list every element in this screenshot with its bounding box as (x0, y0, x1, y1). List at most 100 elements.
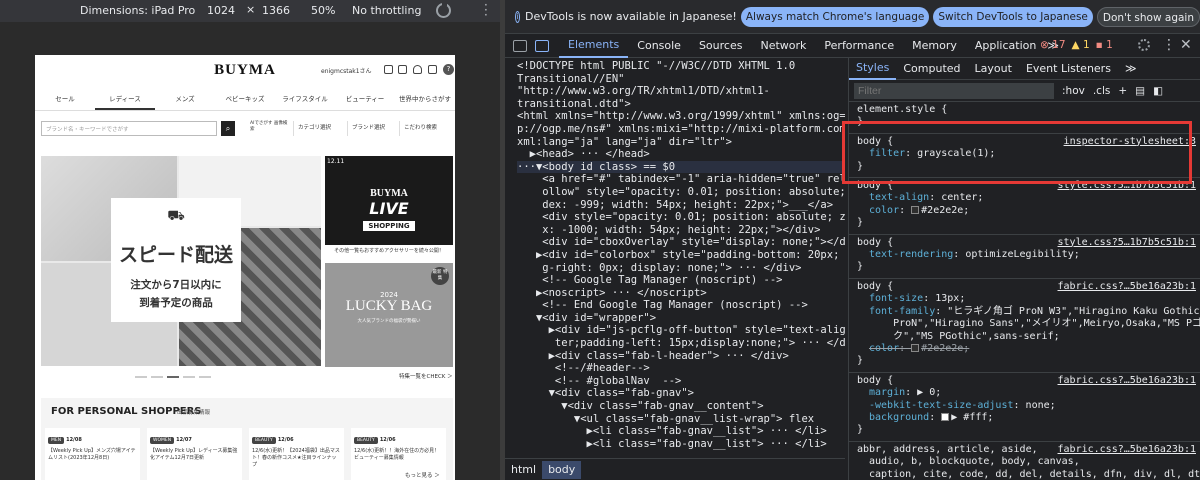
color-swatch[interactable] (911, 343, 920, 352)
nav-ladies[interactable]: レディース (95, 91, 155, 110)
dom-node-line[interactable]: ▶<head> ··· </head> (517, 148, 845, 161)
style-rule[interactable]: body {style.css?5…1b7b5c51b:1 text-align:… (849, 178, 1200, 235)
mail-icon[interactable] (398, 65, 407, 74)
dom-node-line[interactable]: ▶<li class="fab-gnav__list"> ··· </li> (517, 425, 845, 438)
color-swatch[interactable] (941, 412, 950, 421)
tab-console[interactable]: Console (628, 34, 690, 57)
rule-source-link[interactable]: style.css?5…1b7b5c51b:1 (1058, 180, 1196, 192)
tab-application[interactable]: Application (966, 34, 1045, 57)
css-property[interactable]: font-family (869, 306, 935, 317)
css-property[interactable]: margin (869, 387, 905, 398)
style-rule[interactable]: element.style {} (849, 102, 1200, 134)
css-property[interactable]: -webkit-text-size-adjust (869, 400, 1014, 411)
help-icon[interactable]: ? (443, 64, 454, 75)
style-rule[interactable]: abbr, address, article, aside, fabric.css… (849, 442, 1200, 480)
tab-layout[interactable]: Layout (968, 58, 1019, 79)
css-value[interactable]: "ヒラギノ角ゴ ProN W3","Hiragino Kaku Gothic (947, 306, 1199, 317)
css-declaration[interactable]: margin: ▶ 0; (857, 387, 1194, 399)
nav-worldwide[interactable]: 世界中からさがす (395, 91, 455, 110)
settings-gear-icon[interactable] (1138, 39, 1150, 51)
css-declaration[interactable]: ProN","Hiragino Sans","メイリオ",Meiryo,Osak… (857, 318, 1200, 330)
dom-node-line[interactable]: ▶<noscript> ··· </noscript> (517, 287, 845, 300)
switch-japanese-button[interactable]: Switch DevTools to Japanese (933, 6, 1093, 27)
tab-styles[interactable]: Styles (849, 58, 897, 80)
more-vert-icon[interactable]: · · · (484, 0, 488, 21)
css-value[interactable]: grayscale(1); (917, 148, 995, 159)
css-value[interactable]: caption, cite, code, dd, del, details, d… (869, 469, 1200, 480)
zoom-select[interactable]: 50% (311, 4, 335, 17)
css-declaration[interactable]: caption, cite, code, dd, del, details, d… (857, 469, 1200, 480)
css-value[interactable]: none; (1026, 400, 1056, 411)
dom-node-line[interactable]: dex: -999; width: 54px; height: 22px;">_… (517, 199, 845, 212)
dom-node-line[interactable]: <div id="cboxOverlay" style="display: no… (517, 236, 845, 249)
dom-node-line[interactable]: <!-- Google Tag Manager (noscript) --> (517, 274, 845, 287)
feature-more-link[interactable]: 特集一覧をCHECK ＞ (399, 372, 453, 380)
dom-node-line[interactable]: p://ogp.me/ns#" xmlns:mixi="http://mixi-… (517, 123, 845, 136)
dom-node-line[interactable]: "http://www.w3.org/TR/xhtml1/DTD/xhtml1- (517, 85, 845, 98)
css-value[interactable]: center; (941, 192, 983, 203)
dom-node-line[interactable]: ▶<div id="js-pcflg-off-button" style="te… (517, 324, 845, 337)
site-search-input[interactable]: ブランド名・キーワードでさがす (41, 121, 217, 136)
tab-computed[interactable]: Computed (896, 58, 967, 79)
dom-node-line[interactable]: xml:lang="ja" lang="ja" dir="ltr"> (517, 136, 845, 149)
dom-node-line[interactable]: ▶<div id="colorbox" style="padding-botto… (517, 249, 845, 262)
news-card[interactable]: BEAUTY 12/06 12/6(水)更新！【2024福袋】出品マスト！春の新作… (249, 428, 344, 480)
style-rule[interactable]: body {fabric.css?…5be16a23b:1 font-size: … (849, 279, 1200, 373)
issue-counters[interactable]: ⊗ 17 ▲ 1 ▪ 1 (1040, 39, 1113, 51)
inspect-element-icon[interactable] (513, 39, 527, 52)
speed-delivery-banner[interactable]: ⛟ スピード配送 注文から7日以内に 到着予定の商品 (41, 156, 321, 366)
rule-source-link[interactable]: fabric.css?…5be16a23b:1 (1058, 444, 1196, 456)
heart-icon[interactable] (413, 65, 422, 74)
tab-performance[interactable]: Performance (815, 34, 903, 57)
dom-node-line[interactable]: <!DOCTYPE html PUBLIC "-//W3C//DTD XHTML… (517, 60, 845, 73)
dom-node-line[interactable]: ▼<ul class="fab-gnav__list-wrap"> flex (517, 413, 845, 426)
kodawari-search[interactable]: こだわり検索 (399, 121, 451, 136)
css-property[interactable]: filter (869, 148, 905, 159)
rule-selector[interactable]: element.style { (857, 104, 1194, 116)
nav-sale[interactable]: セール (35, 91, 95, 110)
css-declaration[interactable]: -webkit-text-size-adjust: none; (857, 400, 1194, 412)
rule-source-link[interactable]: fabric.css?…5be16a23b:1 (1058, 375, 1196, 387)
css-value[interactable]: ク","MS PGothic",sans-serif; (869, 331, 1060, 342)
css-value[interactable]: audio, b, blockquote, body, canvas, (869, 456, 1080, 467)
css-declaration[interactable]: font-size: 13px; (857, 293, 1194, 305)
user-name[interactable]: enigmcstak1さん (321, 66, 372, 75)
device-select[interactable]: Dimensions: iPad Pro (80, 4, 195, 17)
dont-show-again-button[interactable]: Don't show again (1096, 6, 1200, 27)
dom-node-line[interactable]: ollow" style="opacity: 0.01; position: a… (517, 186, 845, 199)
dom-node-line[interactable]: <a href="#" tabindex="-1" aria-hidden="t… (517, 173, 845, 186)
more-styles-tabs-icon[interactable]: ≫ (1118, 58, 1144, 79)
news-card[interactable]: WOMEN 12/07 【Weekly Pick Up】レディース募集強化アイテム… (147, 428, 242, 480)
news-card[interactable]: MEN 12/08 【Weekly Pick Up】メンズ穴場アイテムリスト(20… (45, 428, 140, 480)
css-value[interactable]: ▶ #fff; (951, 412, 993, 423)
dom-node-line[interactable]: ···▼<body id class> == $0 (517, 160, 845, 174)
css-property[interactable]: text-rendering (869, 249, 953, 260)
height-input[interactable]: 1366 (262, 4, 290, 17)
css-value[interactable]: #2e2e2e; (921, 205, 969, 216)
dom-node-line[interactable]: ▼<div class="fab-gnav"> (517, 387, 845, 400)
breadcrumb-body[interactable]: body (542, 460, 582, 479)
cls-toggle[interactable]: .cls (1093, 85, 1111, 97)
css-declaration[interactable]: color: #2e2e2e; (857, 205, 1194, 217)
hov-toggle[interactable]: :hov (1062, 85, 1085, 97)
more-link[interactable]: もっと見る ＞ (405, 471, 440, 479)
dom-node-line[interactable]: ter;padding-left: 15px;display:none;"> ·… (517, 337, 845, 350)
dom-node-line[interactable]: transitional.dtd"> (517, 98, 845, 111)
close-icon[interactable]: ✕ (1180, 37, 1192, 53)
rule-source-link[interactable]: inspector-stylesheet:3 (1064, 136, 1196, 148)
tab-sources[interactable]: Sources (690, 34, 752, 57)
carousel-dots[interactable] (135, 376, 211, 378)
css-property[interactable]: font-size (869, 293, 923, 304)
style-rule[interactable]: body {fabric.css?…5be16a23b:1 margin: ▶ 0… (849, 373, 1200, 442)
computed-toggle-icon[interactable]: ▤ (1135, 85, 1145, 97)
css-declaration[interactable]: ク","MS PGothic",sans-serif; (857, 331, 1194, 343)
dom-tree[interactable]: <!DOCTYPE html PUBLIC "-//W3C//DTD XHTML… (505, 58, 845, 458)
nav-baby-kids[interactable]: ベビーキッズ (215, 91, 275, 110)
nav-beauty[interactable]: ビューティー (335, 91, 395, 110)
dom-node-line[interactable]: ▼<div class="fab-gnav__content"> (517, 400, 845, 413)
dom-node-line[interactable]: g-right: 0px; display: none;"> ··· </div… (517, 262, 845, 275)
css-declaration[interactable]: audio, b, blockquote, body, canvas, (857, 456, 1194, 468)
dom-node-line[interactable]: ▶<li class="fab-gnav__list"> ··· </li> (517, 438, 845, 451)
nav-lifestyle[interactable]: ライフスタイル (275, 91, 335, 110)
sidebar-toggle-icon[interactable]: ◧ (1153, 85, 1163, 97)
